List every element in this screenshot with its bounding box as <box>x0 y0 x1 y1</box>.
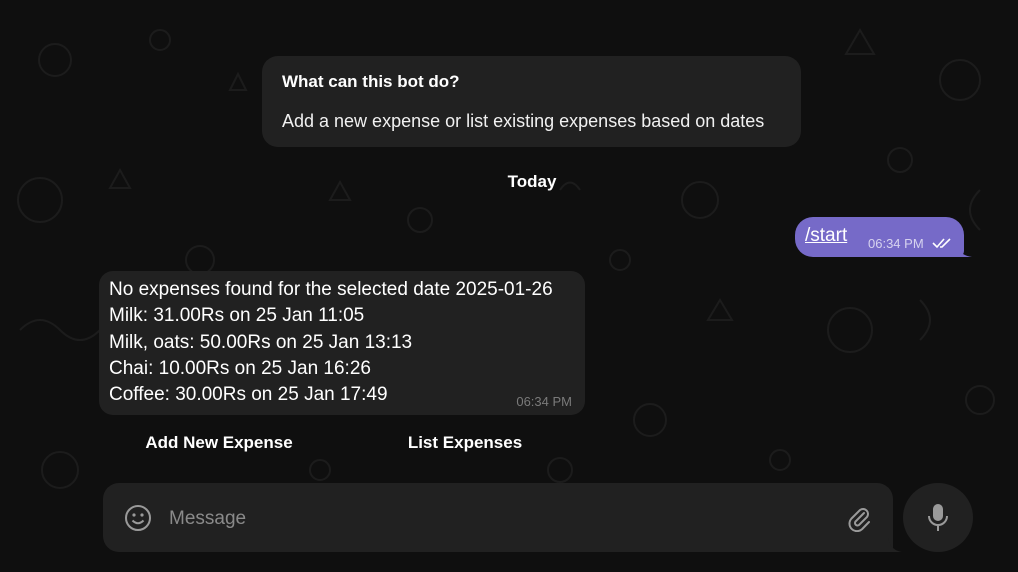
bubble-tail <box>956 243 972 257</box>
voice-message-button[interactable] <box>903 483 973 552</box>
double-check-icon <box>932 238 951 249</box>
composer-tail <box>888 538 902 552</box>
add-new-expense-button[interactable]: Add New Expense <box>99 428 339 458</box>
message-line: No expenses found for the selected date … <box>109 279 553 300</box>
microphone-icon <box>928 504 948 531</box>
bot-info-description: Add a new expense or list existing expen… <box>282 111 765 131</box>
message-input[interactable] <box>167 495 831 542</box>
expense-line: Milk: 31.00Rs on 25 Jan 11:05 <box>109 305 365 327</box>
incoming-message: No expenses found for the selected date … <box>99 271 585 415</box>
outgoing-message: /start 06:34 PM <box>795 217 972 257</box>
expense-line: Milk, oats: 50.00Rs on 25 Jan 13:13 <box>109 331 413 353</box>
date-separator: Today <box>507 172 557 191</box>
smile-icon[interactable] <box>123 503 153 533</box>
expense-line: Coffee: 30.00Rs on 25 Jan 17:49 <box>109 384 388 406</box>
message-composer <box>103 483 902 552</box>
bot-info-card: What can this bot do? Add a new expense … <box>262 56 801 147</box>
message-time: 06:34 PM <box>516 394 572 409</box>
bot-info-title: What can this bot do? <box>282 72 460 91</box>
expense-line: Chai: 10.00Rs on 25 Jan 16:26 <box>109 357 371 379</box>
paperclip-icon[interactable] <box>845 504 873 532</box>
start-command-link[interactable]: /start <box>805 225 847 247</box>
list-expenses-button[interactable]: List Expenses <box>345 428 585 458</box>
message-time: 06:34 PM <box>868 236 924 251</box>
